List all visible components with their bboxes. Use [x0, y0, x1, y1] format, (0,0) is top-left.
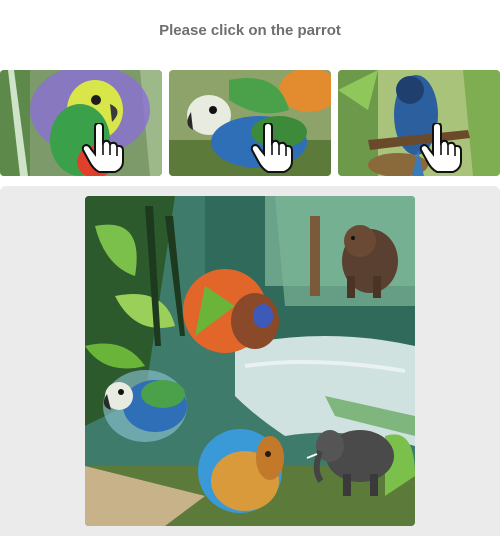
example-image-parrot-3: [338, 70, 500, 176]
animal-bear[interactable]: [342, 225, 398, 298]
animal-parrot[interactable]: [103, 370, 187, 442]
animal-lion[interactable]: [198, 429, 284, 513]
captcha-widget: Please click on the parrot: [0, 0, 500, 536]
example-image-parrot-2: [169, 70, 331, 176]
animal-squirrel[interactable]: [183, 269, 279, 353]
animal-elephant[interactable]: [306, 430, 394, 496]
example-images-row: [0, 70, 500, 176]
example-image-parrot-1: [0, 70, 162, 176]
challenge-panel: [0, 186, 500, 536]
challenge-image[interactable]: [85, 196, 415, 526]
captcha-prompt: Please click on the parrot: [159, 22, 341, 39]
